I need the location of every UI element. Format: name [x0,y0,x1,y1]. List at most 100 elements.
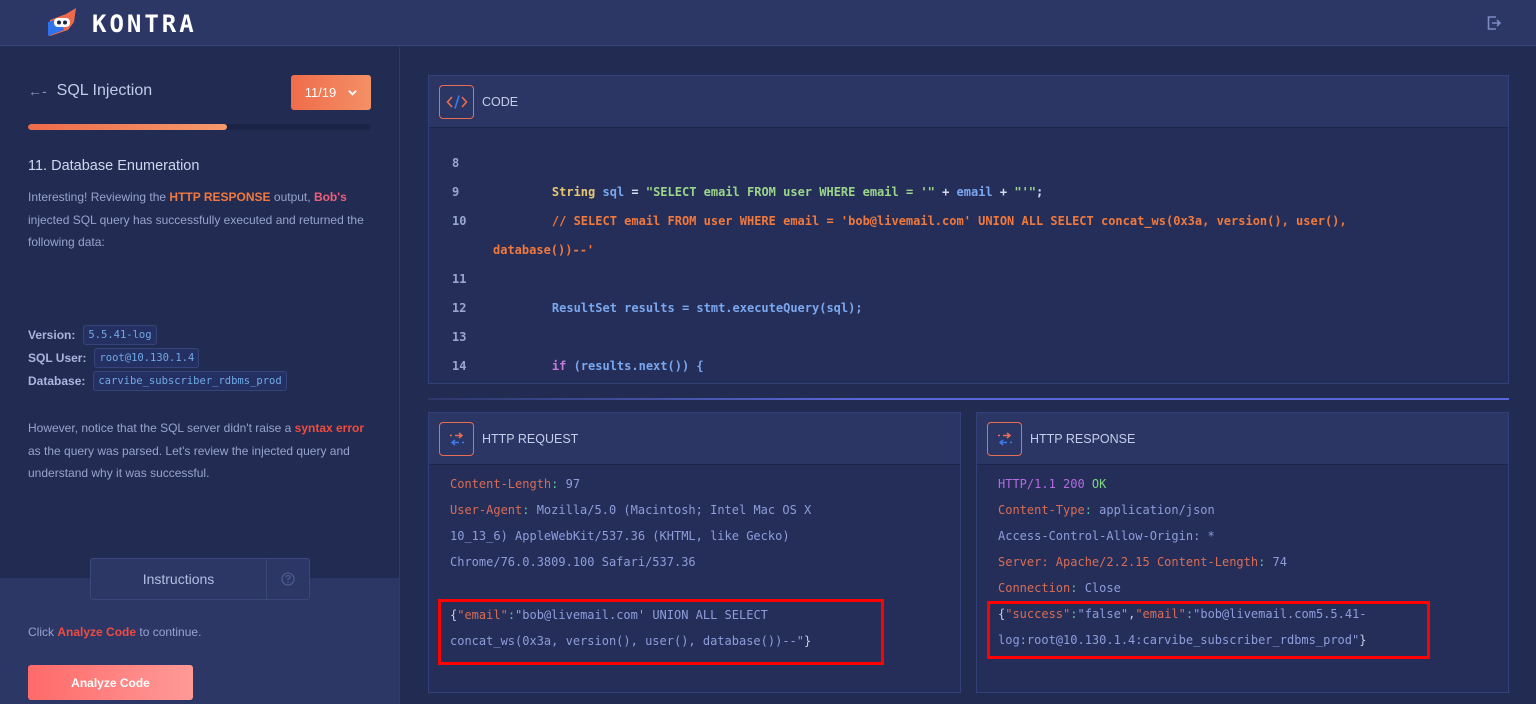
code-token: ; [1036,185,1044,199]
code-line: 11 [452,272,523,286]
brace: } [1359,633,1367,647]
intro-text: Interesting! Reviewing the [28,190,170,204]
line-number: 8 [452,156,460,170]
step-selector-dropdown[interactable]: 11/19 [291,75,371,110]
code-viewer[interactable]: 8 9 String sql = "SELECT email FROM user… [429,129,1508,383]
http-response-panel: HTTP RESPONSE HTTP/1.1 200 OK Content-Ty… [976,412,1509,693]
version-value: 5.5.41-log [83,325,157,345]
status-ok: OK [1084,477,1107,491]
kontra-logo-icon [48,8,76,36]
header-value: Close [1077,581,1121,595]
json-key: "success" [1005,607,1071,621]
sql-user-value: root@10.130.1.4 [94,348,200,368]
syntax-error-highlight: syntax error [294,421,365,435]
chevron-down-icon [348,90,358,96]
json-value: "false" [1077,607,1129,621]
header-key: Connection [998,581,1071,595]
colon: : [1084,503,1092,517]
code-token: if [551,359,567,373]
panel-divider [428,398,1509,400]
code-token: (results.next()) { [566,359,704,373]
sql-user-row: SQL User: root@10.130.1.4 [28,348,200,368]
http-response-highlight: HTTP RESPONSE [169,190,271,204]
version-label: Version: [28,328,76,342]
bob-highlight: Bob's [313,190,347,204]
code-comment: database())--' [493,243,595,257]
code-token: + [992,185,1015,199]
json-value: log:root@10.130.1.4:carvibe_subscriber_r… [998,633,1360,647]
analyze-code-highlight: Analyze Code [57,625,137,639]
brand-name: KONTRA [92,10,197,38]
status-protocol: HTTP/1.1 200 [998,477,1085,491]
instructions-tab[interactable]: Instructions [90,558,310,600]
lesson-title: SQL Injection [56,82,153,99]
code-line: 14 if (results.next()) { [452,359,704,373]
code-token: ResultSet results = stmt.executeQuery(sq… [551,301,863,315]
code-line: 13 [452,330,523,344]
line-number: 13 [452,330,467,344]
code-panel-header: CODE [429,76,1508,128]
database-value: carvibe_subscriber_rdbms_prod [93,371,287,391]
intro-paragraph: Interesting! Reviewing the HTTP RESPONSE… [28,186,373,254]
sql-user-label: SQL User: [28,351,87,365]
json-value: concat_ws(0x3a, version(), user(), datab… [450,634,805,648]
header-line: 10_13_6) AppleWebKit/537.36 (KHTML, like… [450,529,790,543]
back-arrow-icon[interactable]: ←- [28,83,47,99]
continue-hint: Click Analyze Code to continue. [28,625,201,639]
progress-fill [28,124,227,130]
json-value: "bob@livemail.com5.5.41- [1193,607,1367,621]
version-row: Version: 5.5.41-log [28,325,157,345]
header-line: Content-Length: 97 [450,477,580,491]
http-response-body: HTTP/1.1 200 OK Content-Type: applicatio… [977,466,1508,692]
outro-text: However, notice that the SQL server didn… [28,421,295,435]
http-request-body: Content-Length: 97 User-Agent: Mozilla/5… [429,466,960,692]
body-line: log:root@10.130.1.4:carvibe_subscriber_r… [998,633,1366,647]
line-number: 12 [452,301,467,315]
brace: } [804,634,812,648]
header-key: Content-Length [450,477,552,491]
header-key: Server: Apache/2.2.15 Content-Length [998,555,1259,569]
code-line-wrap: database())--' [493,243,594,257]
code-line: 8 [452,156,523,170]
code-line: 9 String sql = "SELECT email FROM user W… [452,185,1043,199]
exchange-arrows-icon [987,422,1022,456]
header-value: Mozilla/5.0 (Macintosh; Intel Mac OS X [529,503,812,517]
outro-text: as the query was parsed. Let's review th… [28,443,350,481]
exit-icon[interactable] [1487,16,1502,30]
http-response-header: HTTP RESPONSE [977,413,1508,465]
line-number: 9 [452,185,460,199]
code-token: sql [595,185,625,199]
http-request-title: HTTP REQUEST [482,432,579,446]
code-token: + [934,185,957,199]
code-token: "SELECT email FROM user WHERE email = '" [645,185,935,199]
code-line: 12 ResultSet results = stmt.executeQuery… [452,301,863,315]
outro-paragraph: However, notice that the SQL server didn… [28,417,373,485]
lesson-progress-bar [28,124,371,130]
header-key: Content-Type [998,503,1085,517]
analyze-code-button[interactable]: Analyze Code [28,665,193,700]
json-key: "email" [1135,607,1186,621]
header-line: Connection: Close [998,581,1121,595]
http-response-title: HTTP RESPONSE [1030,432,1136,446]
header-line: Server: Apache/2.2.15 Content-Length: 74 [998,555,1287,569]
line-number: 14 [452,359,467,373]
step-counter: 11/19 [304,85,337,100]
instructions-label[interactable]: Instructions [91,559,267,599]
header-value: application/json [1091,503,1215,517]
body-line: {"email":"bob@livemail.com' UNION ALL SE… [450,608,768,622]
header-line: User-Agent: Mozilla/5.0 (Macintosh; Inte… [450,503,811,517]
status-line: HTTP/1.1 200 OK [998,477,1106,491]
back-link[interactable]: ←- SQL Injection [28,82,152,100]
code-token: email [956,185,993,199]
colon: : [507,608,516,622]
http-request-panel: HTTP REQUEST Content-Length: 97 User-Age… [428,412,961,693]
http-request-header: HTTP REQUEST [429,413,960,465]
code-token: = [624,185,646,199]
code-comment: // SELECT email FROM user WHERE email = … [551,214,1347,228]
help-button[interactable] [267,559,309,599]
step-title: 11. Database Enumeration [28,158,200,174]
header-key: User-Agent [450,503,523,517]
code-brackets-icon [439,85,474,119]
question-circle-icon [281,572,295,586]
code-panel: CODE 8 9 String sql = "SELECT email FROM… [428,75,1509,384]
